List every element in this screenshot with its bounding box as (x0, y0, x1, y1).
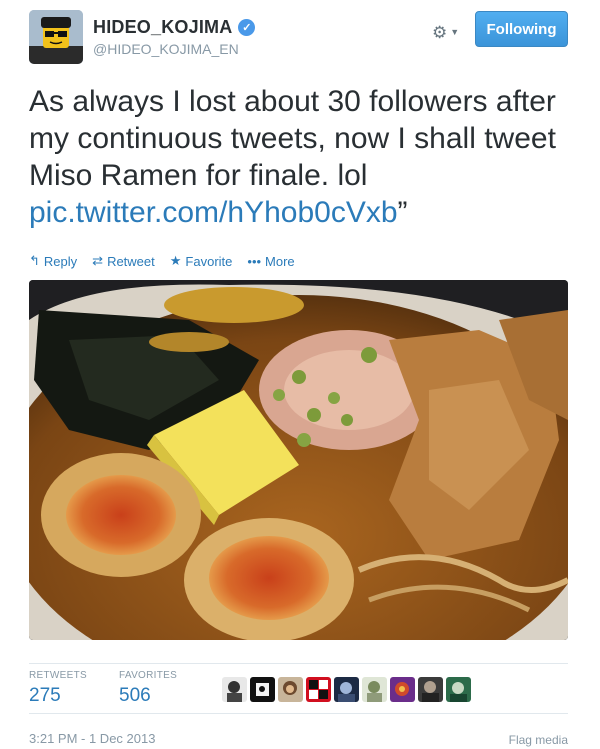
faver-avatar[interactable] (390, 677, 415, 702)
favorites-label: FAVORITES (119, 670, 178, 681)
gear-icon: ⚙ (432, 22, 448, 42)
favorites-stat[interactable]: FAVORITES 506 (119, 670, 177, 707)
tweet-card: HIDEO_KOJIMA ✓ @HIDEO_KOJIMA_EN ⚙ ▼ Foll… (0, 0, 600, 749)
stats-divider-top (29, 663, 568, 664)
settings-dropdown[interactable]: ⚙ ▼ (432, 22, 466, 42)
retweets-label: RETWEETS (29, 670, 87, 681)
following-button[interactable]: Following (475, 11, 568, 47)
retweets-stat[interactable]: RETWEETS 275 (29, 670, 87, 707)
more-label: More (265, 253, 295, 269)
retweet-label: Retweet (107, 253, 155, 269)
author-name[interactable]: HIDEO_KOJIMA ✓ (93, 17, 256, 38)
author-avatar[interactable] (29, 10, 83, 64)
faver-avatar[interactable] (334, 677, 359, 702)
faver-avatar[interactable] (362, 677, 387, 702)
tweet-text: As always I lost about 30 followers afte… (29, 83, 589, 231)
star-icon: ★ (169, 253, 182, 268)
tweet-trailing-quote: ” (397, 196, 408, 229)
retweets-count[interactable]: 275 (29, 685, 87, 707)
faver-avatar[interactable] (446, 677, 471, 702)
chevron-down-icon: ▼ (450, 27, 460, 37)
faver-avatar[interactable] (418, 677, 443, 702)
favorite-action[interactable]: ★ Favorite (170, 252, 233, 270)
tweet-photo[interactable] (29, 280, 568, 640)
reply-icon: ↰ (29, 253, 40, 268)
faver-avatar[interactable] (278, 677, 303, 702)
stats-divider-bottom (29, 713, 568, 714)
retweet-action[interactable]: ⇄ Retweet (92, 252, 155, 270)
author-handle[interactable]: @HIDEO_KOJIMA_EN (93, 41, 239, 57)
favorites-count[interactable]: 506 (119, 685, 177, 707)
retweet-icon: ⇄ (92, 253, 104, 268)
favoriters-avatars (222, 677, 471, 702)
tweet-timestamp[interactable]: 3:21 PM - 1 Dec 2013 (29, 731, 155, 746)
author-name-text[interactable]: HIDEO_KOJIMA (93, 17, 232, 38)
flag-media-link[interactable]: Flag media (509, 733, 568, 747)
reply-action[interactable]: ↰ Reply (29, 252, 77, 270)
favorite-label: Favorite (185, 253, 233, 269)
more-action[interactable]: ••• More (247, 252, 294, 270)
faver-avatar[interactable] (222, 677, 247, 702)
more-icon: ••• (247, 253, 262, 269)
reply-label: Reply (43, 253, 78, 269)
tweet-media-link[interactable]: pic.twitter.com/hYhob0cVxb (29, 196, 398, 229)
tweet-body: As always I lost about 30 followers afte… (29, 85, 556, 192)
verified-badge-icon: ✓ (238, 19, 256, 36)
faver-avatar[interactable] (306, 677, 331, 702)
tweet-actions: ↰ Reply ⇄ Retweet ★ Favorite ••• More (29, 252, 295, 270)
faver-avatar[interactable] (250, 677, 275, 702)
